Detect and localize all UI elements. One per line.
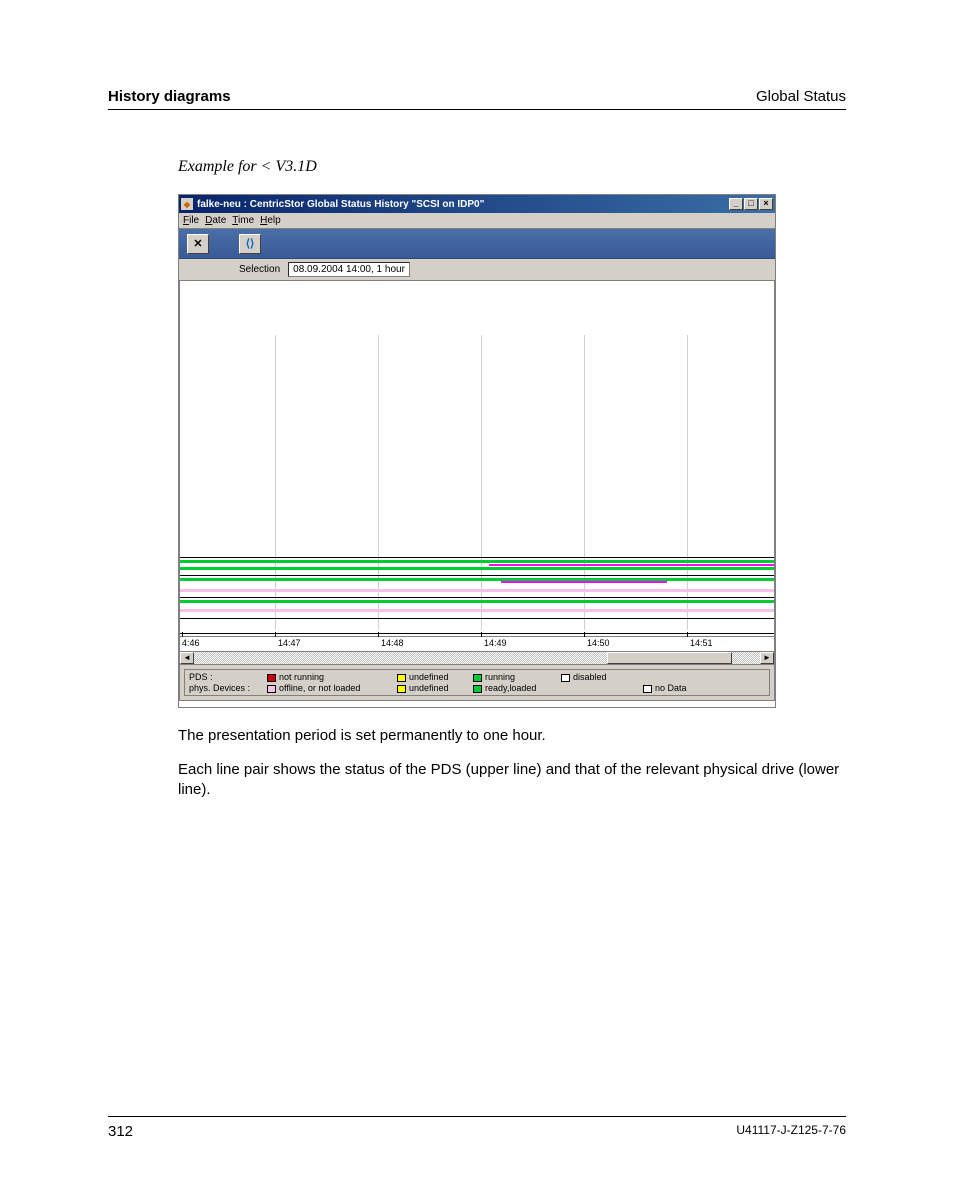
gridline bbox=[275, 335, 276, 630]
legend-row-label: PDS : bbox=[189, 672, 267, 682]
selection-row: Selection 08.09.2004 14:00, 1 hour bbox=[179, 259, 775, 281]
chart-area bbox=[179, 281, 775, 637]
minimize-button[interactable]: _ bbox=[729, 198, 743, 210]
toolbar: ✕ ⟨⟩ bbox=[179, 229, 775, 259]
legend-row-label: phys. Devices : bbox=[189, 683, 267, 693]
gridline bbox=[378, 335, 379, 630]
white-swatch-icon bbox=[643, 685, 652, 693]
selection-input[interactable]: 08.09.2004 14:00, 1 hour bbox=[288, 262, 410, 277]
legend-item: running bbox=[473, 672, 561, 682]
app-icon: ◆ bbox=[181, 198, 193, 210]
page-header: History diagrams Global Status bbox=[108, 88, 846, 110]
status-stripe bbox=[180, 578, 774, 581]
status-stripe bbox=[180, 567, 774, 570]
legend-item: ready,loaded bbox=[473, 683, 561, 693]
legend-item: not running bbox=[267, 672, 397, 682]
legend-item: disabled bbox=[561, 672, 643, 682]
x-axis: 4:46 14:47 14:48 14:49 14:50 14:51 bbox=[179, 637, 775, 651]
separator bbox=[180, 633, 774, 634]
gridline bbox=[481, 335, 482, 630]
scroll-thumb[interactable] bbox=[607, 652, 732, 664]
menu-file[interactable]: File bbox=[183, 215, 199, 226]
status-stripe bbox=[180, 609, 774, 612]
pink-swatch-icon bbox=[267, 685, 276, 693]
axis-tick: 14:51 bbox=[690, 638, 713, 648]
white-swatch-icon bbox=[561, 674, 570, 682]
header-right: Global Status bbox=[756, 88, 846, 105]
separator bbox=[180, 597, 774, 598]
axis-tick: 14:50 bbox=[587, 638, 610, 648]
status-stripe bbox=[180, 600, 774, 603]
titlebar[interactable]: ◆ falke-neu : CentricStor Global Status … bbox=[179, 195, 775, 213]
axis-tick: 14:49 bbox=[484, 638, 507, 648]
green-swatch-icon bbox=[473, 674, 482, 682]
axis-tick: 14:48 bbox=[381, 638, 404, 648]
selection-label: Selection bbox=[239, 264, 280, 275]
scroll-track[interactable] bbox=[194, 652, 760, 664]
maximize-button[interactable]: □ bbox=[744, 198, 758, 210]
page-number: 312 bbox=[108, 1123, 133, 1140]
red-swatch-icon bbox=[267, 674, 276, 682]
legend-item: offline, or not loaded bbox=[267, 683, 397, 693]
yellow-swatch-icon bbox=[397, 674, 406, 682]
status-stripe bbox=[501, 581, 667, 583]
yellow-swatch-icon bbox=[397, 685, 406, 693]
status-stripe bbox=[489, 564, 774, 566]
axis-tick: 4:46 bbox=[182, 638, 200, 648]
doc-id: U41117-J-Z125-7-76 bbox=[736, 1123, 846, 1140]
window-title: falke-neu : CentricStor Global Status Hi… bbox=[197, 199, 729, 210]
gridline bbox=[584, 335, 585, 630]
page-footer: 312 U41117-J-Z125-7-76 bbox=[108, 1116, 846, 1140]
toolbar-close-button[interactable]: ✕ bbox=[187, 234, 209, 254]
legend-item: undefined bbox=[397, 672, 473, 682]
body-paragraph: The presentation period is set permanent… bbox=[178, 726, 846, 746]
menu-time[interactable]: Time bbox=[232, 215, 254, 226]
separator bbox=[180, 557, 774, 558]
scroll-left-button[interactable]: ◄ bbox=[180, 652, 194, 664]
toolbar-toggle-button[interactable]: ⟨⟩ bbox=[239, 234, 261, 254]
axis-tick: 14:47 bbox=[278, 638, 301, 648]
horizontal-scrollbar[interactable]: ◄ ► bbox=[179, 651, 775, 665]
scroll-right-button[interactable]: ► bbox=[760, 652, 774, 664]
green-swatch-icon bbox=[473, 685, 482, 693]
legend: PDS : not running undefined running disa… bbox=[179, 665, 775, 701]
app-window: ◆ falke-neu : CentricStor Global Status … bbox=[178, 194, 776, 708]
body-paragraph: Each line pair shows the status of the P… bbox=[178, 760, 846, 801]
status-stripe bbox=[180, 560, 774, 563]
gridline bbox=[687, 335, 688, 630]
separator bbox=[180, 618, 774, 619]
status-stripe bbox=[180, 589, 774, 592]
separator bbox=[180, 575, 774, 576]
legend-item: undefined bbox=[397, 683, 473, 693]
figure-caption: Example for < V3.1D bbox=[178, 158, 317, 176]
menu-date[interactable]: Date bbox=[205, 215, 226, 226]
legend-item: no Data bbox=[643, 683, 723, 693]
close-button[interactable]: × bbox=[759, 198, 773, 210]
header-left: History diagrams bbox=[108, 88, 231, 105]
menubar: File Date Time Help bbox=[179, 213, 775, 229]
menu-help[interactable]: Help bbox=[260, 215, 281, 226]
